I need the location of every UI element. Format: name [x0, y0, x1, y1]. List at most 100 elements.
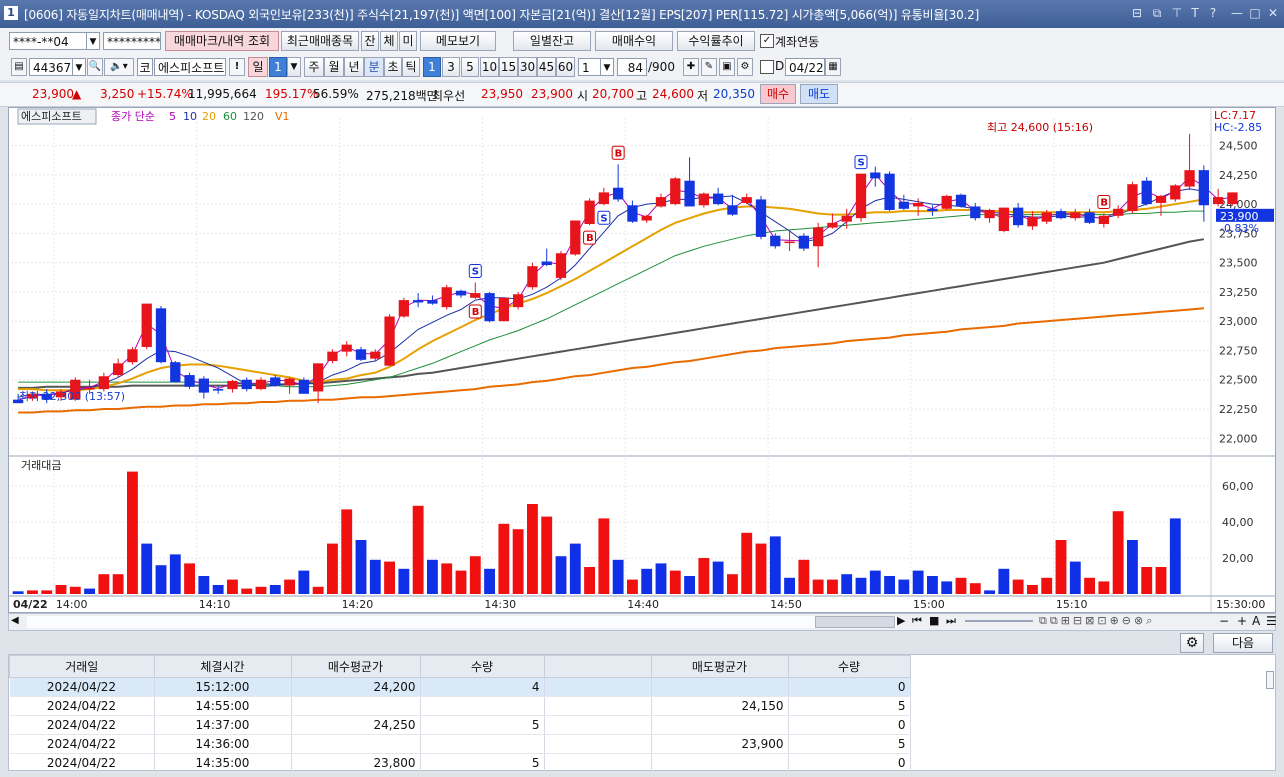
volume-bar	[941, 581, 953, 594]
cascade-icon[interactable]: ⧉	[1150, 5, 1164, 21]
col-buy-qty[interactable]: 수량	[419, 655, 545, 678]
volume-bar	[641, 568, 653, 594]
col-sell-qty[interactable]: 수량	[787, 655, 911, 678]
nav-stop-icon[interactable]: ■	[929, 614, 939, 627]
scroll-track[interactable]	[27, 616, 897, 628]
chart-panel[interactable]: 24,500 24,250 24,000 23,750 23,500 23,250 23,0…	[8, 107, 1276, 613]
cell-date: 2024/04/22	[9, 753, 155, 773]
toolbar-chart: ▤ 443670 ▼ 🔍 🔈▾ 코 에스피소프트 ! 일 1 ▼ 주 월 년 분…	[0, 54, 1284, 80]
col-buy-avg[interactable]: 매수평균가	[290, 655, 421, 678]
zoom-in-icon[interactable]: +	[1237, 614, 1247, 628]
minute-10[interactable]: 10	[480, 57, 499, 77]
table-scroll-thumb[interactable]	[1266, 671, 1274, 689]
period-tick[interactable]: 틱	[402, 57, 420, 77]
sell-button[interactable]: 매도	[800, 84, 838, 104]
buy-button[interactable]: 매수	[760, 84, 796, 104]
close-icon[interactable]: ✕	[1266, 5, 1280, 21]
table-row[interactable]: 2024/04/22 14:37:00 24,250 5 0	[9, 715, 911, 735]
draw-icon[interactable]: ✎	[701, 58, 717, 76]
volume-bar	[912, 570, 924, 594]
minute-1[interactable]: 1	[423, 57, 441, 77]
period-second[interactable]: 초	[384, 57, 402, 77]
col-trade-date[interactable]: 거래일	[9, 655, 155, 678]
chart-scrollbar[interactable]: ◀ ▶ ⏮ ■ ⏭ ⧉⧉⊞⊟⊠⊡⊕⊖⊗⌕ − + A ☰	[8, 613, 1277, 631]
candle-body	[184, 375, 195, 387]
cell-buy-avg: 23,800	[291, 753, 421, 773]
gear-icon[interactable]: ⚙	[737, 58, 753, 76]
day-dropdown-icon[interactable]: ▼	[287, 57, 301, 77]
settings-gear-icon[interactable]: ⚙	[1180, 633, 1204, 653]
open-price: 20,700	[592, 87, 634, 101]
chart-canvas[interactable]: 24,50024,25024,00023,75023,50023,25023,0…	[9, 108, 1275, 612]
return-trend-button[interactable]: 수익률추이	[677, 31, 755, 51]
account-dropdown-icon[interactable]: ▼	[86, 32, 100, 50]
volume-bar	[727, 574, 738, 594]
period-year[interactable]: 년	[344, 57, 364, 77]
minute-60[interactable]: 60	[556, 57, 575, 77]
maximize-icon[interactable]: □	[1248, 5, 1262, 21]
zoom-slider[interactable]	[965, 620, 1033, 622]
period-week[interactable]: 주	[304, 57, 324, 77]
cell-sell-avg	[651, 677, 789, 697]
table-row[interactable]: 2024/04/22 14:55:00 24,150 5	[9, 696, 911, 716]
scroll-thumb[interactable]	[815, 616, 895, 628]
account-link-checkbox[interactable]: ✓	[760, 34, 774, 48]
password-input[interactable]: *********	[103, 32, 161, 50]
execution-tab[interactable]: 체	[380, 31, 398, 51]
volume-bar	[869, 570, 881, 594]
table-row[interactable]: 2024/04/22 14:36:00 23,900 5	[9, 734, 911, 754]
memo-button[interactable]: 메모보기	[420, 31, 496, 51]
daily-balance-button[interactable]: 일별잔고	[513, 31, 591, 51]
chart-type-icon[interactable]: ▤	[11, 58, 27, 76]
recent-trades-button[interactable]: 최근매매종목	[281, 31, 359, 51]
minute-5[interactable]: 5	[461, 57, 479, 77]
table-row[interactable]: 2024/04/22 14:35:00 23,800 5 0	[9, 753, 911, 773]
table-row[interactable]: 2024/04/22 15:12:00 24,200 4 0	[9, 677, 911, 697]
bid-price: 23,900	[531, 87, 573, 101]
minute-30[interactable]: 30	[518, 57, 537, 77]
mark-query-button[interactable]: 매매마크/내역 조회	[165, 31, 279, 51]
col-exec-time[interactable]: 체결시간	[153, 655, 292, 678]
next-button[interactable]: 다음	[1213, 633, 1273, 653]
alert-icon[interactable]: !	[229, 58, 245, 76]
volume-bar	[127, 471, 138, 594]
period-month[interactable]: 월	[324, 57, 344, 77]
crosshair-icon[interactable]: ✚	[683, 58, 699, 76]
nav-last-icon[interactable]: ⏭	[946, 614, 956, 628]
minute-3[interactable]: 3	[442, 57, 460, 77]
nav-play-icon[interactable]: ▶	[897, 614, 905, 627]
col-sell-avg[interactable]: 매도평균가	[650, 655, 789, 678]
period-day-count[interactable]: 1	[269, 57, 287, 77]
date-checkbox[interactable]	[760, 60, 774, 74]
volume-bar	[341, 509, 353, 594]
interval-dropdown-icon[interactable]: ▼	[600, 58, 614, 76]
text-tool-icon[interactable]: A	[1252, 614, 1260, 628]
market-label: 코	[137, 58, 153, 76]
chart-tools-icon[interactable]: ⧉⧉⊞⊟⊠⊡⊕⊖⊗⌕	[1039, 614, 1155, 628]
code-dropdown-icon[interactable]: ▼	[72, 58, 86, 76]
zoom-out-icon[interactable]: −	[1219, 614, 1229, 628]
date-input[interactable]: 04/22	[785, 58, 825, 76]
candle-body	[841, 215, 852, 222]
font-icon[interactable]: T	[1188, 5, 1202, 21]
trade-profit-button[interactable]: 매매수익	[595, 31, 673, 51]
unfilled-tab[interactable]: 미	[399, 31, 417, 51]
pin-icon[interactable]: ⊤	[1170, 5, 1184, 21]
minute-15[interactable]: 15	[499, 57, 518, 77]
help-icon[interactable]: ?	[1206, 5, 1220, 21]
balance-tab[interactable]: 잔	[361, 31, 379, 51]
search-icon[interactable]: 🔍	[87, 58, 103, 76]
nav-first-icon[interactable]: ⏮	[912, 614, 922, 628]
minimize-icon[interactable]: —	[1230, 5, 1244, 21]
menu-icon[interactable]: ☰	[1266, 614, 1277, 628]
period-day[interactable]: 일	[248, 57, 268, 77]
scroll-left-icon[interactable]: ◀	[11, 615, 19, 626]
save-icon[interactable]: ▣	[719, 58, 735, 76]
minute-45[interactable]: 45	[537, 57, 556, 77]
period-minute[interactable]: 분	[364, 57, 384, 77]
count-input[interactable]: 84	[617, 58, 647, 76]
stock-name[interactable]: 에스피소프트	[154, 58, 226, 76]
calendar-icon[interactable]: ▦	[825, 58, 841, 76]
sound-icon[interactable]: 🔈▾	[104, 58, 134, 76]
dock-icon[interactable]: ⊟	[1130, 5, 1144, 21]
